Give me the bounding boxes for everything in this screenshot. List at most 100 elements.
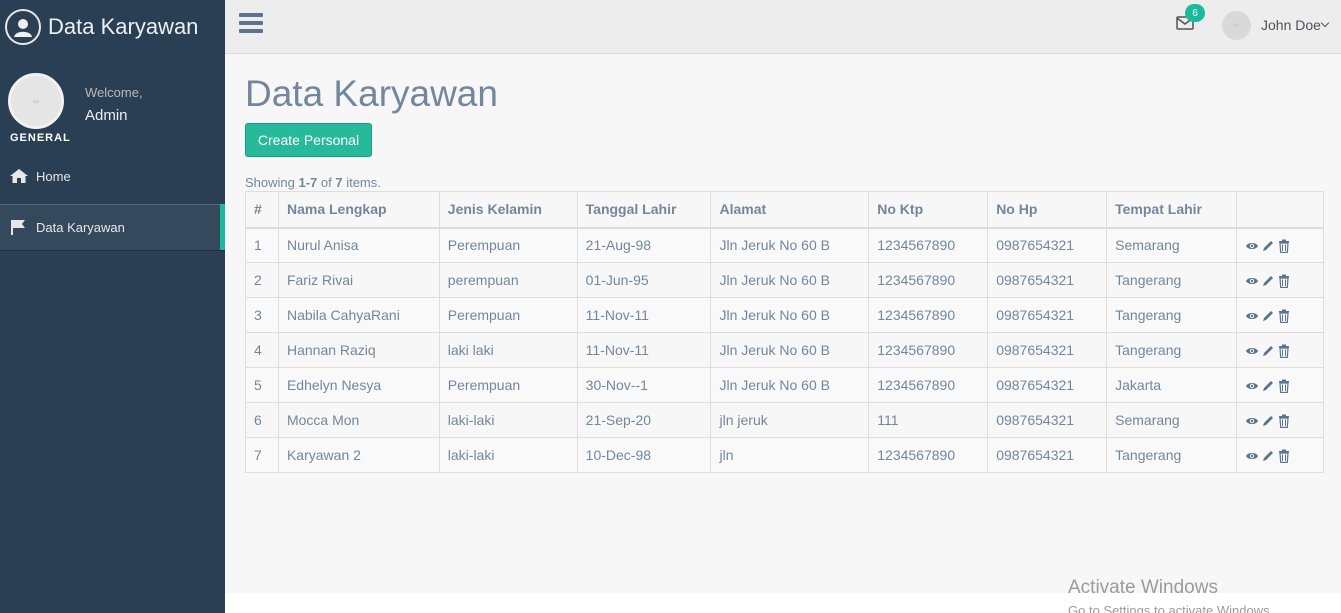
table-row: 1 Nurul Anisa Perempuan 21-Aug-98 Jln Jeruk … [245, 227, 1324, 263]
delete-icon[interactable] [1277, 239, 1291, 254]
user-menu[interactable]: John Doe [1261, 17, 1321, 33]
brand[interactable]: Data Karyawan [0, 0, 225, 53]
brand-title: Data Karyawan [48, 13, 199, 39]
table-cell-tempat-lahir: Tangerang [1106, 332, 1237, 368]
row-actions [1236, 332, 1324, 368]
column-header-tempat-lahir[interactable]: Tempat Lahir [1106, 191, 1237, 229]
table-cell-no-ktp: 1234567890 [868, 262, 989, 298]
notification-badge: 6 [1185, 4, 1205, 22]
sidebar-item-data-karyawan[interactable]: Data Karyawan [0, 204, 225, 250]
view-icon[interactable] [1245, 379, 1259, 393]
table-cell-nama-lengkap: Nabila CahyaRani [277, 297, 440, 333]
top-navbar: 6 ▭ John Doe [225, 0, 1341, 54]
employee-table: # Nama Lengkap Jenis Kelamin Tanggal Lahir A… [245, 191, 1324, 473]
table-cell-alamat: Jln Jeruk No 60 B [710, 297, 870, 333]
table-cell-tanggal-lahir: 01-Jun-95 [576, 262, 712, 298]
table-cell-no-hp: 0987654321 [987, 367, 1108, 403]
column-header-no-ktp[interactable]: No Ktp [868, 191, 989, 229]
row-actions [1236, 262, 1324, 298]
row-actions [1236, 297, 1324, 333]
avatar: ▭ [8, 73, 64, 129]
column-header-nama-lengkap[interactable]: Nama Lengkap [277, 191, 440, 229]
column-header-tanggal-lahir[interactable]: Tanggal Lahir [576, 191, 712, 229]
sidebar: Data Karyawan ▭ Welcome, Admin GENERAL H… [0, 0, 225, 613]
view-icon[interactable] [1245, 344, 1259, 358]
table-cell-tempat-lahir: Jakarta [1106, 367, 1237, 403]
chevron-down-icon[interactable] [1320, 18, 1330, 28]
edit-icon[interactable] [1261, 344, 1275, 358]
edit-icon[interactable] [1261, 379, 1275, 393]
table-cell-jenis-kelamin: laki-laki [438, 437, 578, 473]
table-cell-nama-lengkap: Nurul Anisa [277, 227, 440, 263]
delete-icon[interactable] [1277, 379, 1291, 394]
table-cell-jenis-kelamin: Perempuan [438, 297, 578, 333]
table-row: 4 Hannan Raziq laki laki 11-Nov-11 Jln Jeruk… [245, 332, 1324, 368]
table-cell-tanggal-lahir: 10-Dec-98 [576, 437, 712, 473]
sidebar-item-label: Home [36, 168, 71, 184]
table-cell-no-ktp: 1234567890 [868, 297, 989, 333]
edit-icon[interactable] [1261, 449, 1275, 463]
table-cell-number: 3 [245, 297, 279, 333]
table-cell-tempat-lahir: Tangerang [1106, 297, 1237, 333]
table-cell-no-ktp: 111 [868, 402, 989, 438]
edit-icon[interactable] [1261, 274, 1275, 288]
delete-icon[interactable] [1277, 414, 1291, 429]
edit-icon[interactable] [1261, 309, 1275, 323]
view-icon[interactable] [1245, 414, 1259, 428]
user-avatar[interactable]: ▭ [1222, 11, 1251, 40]
table-cell-number: 7 [245, 437, 279, 473]
delete-icon[interactable] [1277, 449, 1291, 464]
column-header-jenis-kelamin[interactable]: Jenis Kelamin [438, 191, 578, 229]
table-cell-nama-lengkap: Hannan Raziq [277, 332, 440, 368]
delete-icon[interactable] [1277, 344, 1291, 359]
view-icon[interactable] [1245, 309, 1259, 323]
table-cell-tanggal-lahir: 21-Aug-98 [576, 227, 712, 263]
table-cell-number: 5 [245, 367, 279, 403]
watermark-subtitle: Go to Settings to activate Windows. [1068, 603, 1274, 613]
table-cell-tanggal-lahir: 30-Nov--1 [576, 367, 712, 403]
menu-section-label: GENERAL [10, 132, 71, 144]
menu-toggle-icon[interactable] [239, 13, 263, 35]
view-icon[interactable] [1245, 274, 1259, 288]
column-header-number[interactable]: # [245, 191, 279, 229]
table-cell-nama-lengkap: Fariz Rivai [277, 262, 440, 298]
column-header-no-hp[interactable]: No Hp [987, 191, 1108, 229]
edit-icon[interactable] [1261, 414, 1275, 428]
profile-name: Admin [85, 107, 128, 124]
view-icon[interactable] [1245, 449, 1259, 463]
table-cell-no-hp: 0987654321 [987, 332, 1108, 368]
table-cell-tempat-lahir: Tangerang [1106, 437, 1237, 473]
table-cell-alamat: jln jeruk [710, 402, 870, 438]
home-icon [10, 168, 30, 184]
flag-icon [10, 219, 30, 235]
table-cell-jenis-kelamin: laki-laki [438, 402, 578, 438]
create-personal-button[interactable]: Create Personal [245, 123, 372, 157]
table-cell-alamat: Jln Jeruk No 60 B [710, 262, 870, 298]
column-header-alamat[interactable]: Alamat [710, 191, 870, 229]
table-cell-tanggal-lahir: 11-Nov-11 [576, 297, 712, 333]
table-cell-jenis-kelamin: perempuan [438, 262, 578, 298]
row-actions [1236, 402, 1324, 438]
table-cell-no-ktp: 1234567890 [868, 332, 989, 368]
delete-icon[interactable] [1277, 274, 1291, 289]
table-row: 5 Edhelyn Nesya Perempuan 30-Nov--1 Jln Jeru… [245, 367, 1324, 403]
table-cell-no-hp: 0987654321 [987, 262, 1108, 298]
delete-icon[interactable] [1277, 309, 1291, 324]
table-cell-tempat-lahir: Semarang [1106, 227, 1237, 263]
table-cell-no-hp: 0987654321 [987, 227, 1108, 263]
watermark-title: Activate Windows [1068, 577, 1218, 598]
page-title: Data Karyawan [245, 73, 498, 114]
activation-watermark: Activate Windows Go to Settings to activ… [1068, 577, 1273, 613]
table-cell-number: 1 [245, 227, 279, 263]
view-icon[interactable] [1245, 239, 1259, 253]
table-cell-alamat: Jln Jeruk No 60 B [710, 367, 870, 403]
sidebar-item-label: Data Karyawan [36, 219, 125, 235]
table-row: 3 Nabila CahyaRani Perempuan 11-Nov-11 Jln J… [245, 297, 1324, 333]
row-actions [1236, 367, 1324, 403]
sidebar-item-home[interactable]: Home [0, 153, 225, 199]
row-actions [1236, 227, 1324, 263]
edit-icon[interactable] [1261, 239, 1275, 253]
table-cell-alamat: jln [710, 437, 870, 473]
summary-text: Showing 1-7 of 7 items. [245, 175, 381, 190]
table-cell-no-ktp: 1234567890 [868, 227, 989, 263]
